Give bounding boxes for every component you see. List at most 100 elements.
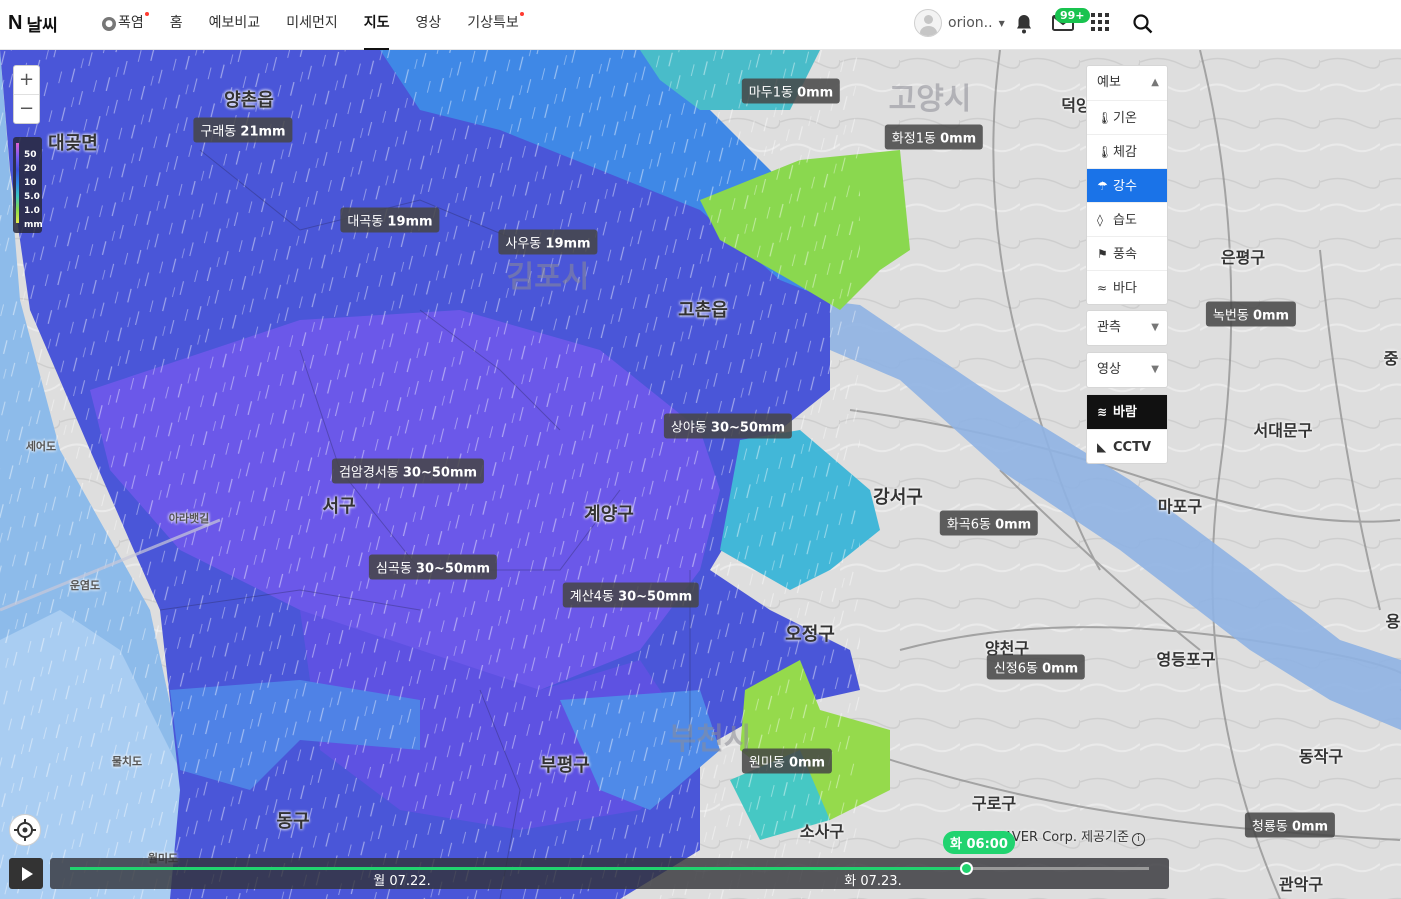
service-title: 날씨 xyxy=(26,16,58,36)
thermometer-icon: 🌡 xyxy=(1097,111,1113,125)
observation-panel: 관측 ▼ xyxy=(1086,310,1168,346)
map-label-eunpyeong: 은평구 xyxy=(1220,248,1266,267)
nav-map[interactable]: 지도 xyxy=(363,0,390,50)
bell-icon[interactable] xyxy=(1014,13,1034,35)
naver-weather-logo[interactable]: N 날씨 xyxy=(8,11,58,36)
forecast-panel-title: 예보 xyxy=(1097,75,1121,90)
zoom-in-button[interactable]: + xyxy=(14,66,39,95)
user-name: orion.. xyxy=(948,15,993,31)
nav-heatwave[interactable]: ● 폭염 xyxy=(102,0,149,50)
info-icon[interactable]: i xyxy=(1131,833,1145,846)
precip-label[interactable]: 화정1동 0mm xyxy=(884,124,984,150)
caret-down-icon: ▼ xyxy=(998,18,1005,28)
feels-like-icon: 🌡 xyxy=(1097,145,1113,159)
nav-heatwave-label: 폭염 xyxy=(118,15,144,31)
legend-tick: 1.0 xyxy=(24,206,40,216)
layer-label: 습도 xyxy=(1113,213,1137,228)
layer-temperature[interactable]: 🌡기온 xyxy=(1087,100,1167,134)
layer-humidity[interactable]: ◊ 습도 xyxy=(1087,202,1167,236)
precip-label[interactable]: 검암경서동 30~50mm xyxy=(331,458,485,484)
current-location-button[interactable] xyxy=(9,814,41,846)
timeline-track[interactable] xyxy=(70,862,1149,875)
layer-wind-speed[interactable]: ⚑ 풍속 xyxy=(1087,236,1167,270)
layer-label: 체감 xyxy=(1113,145,1137,160)
nav-forecast-compare[interactable]: 예보비교 xyxy=(209,0,261,50)
map-label-seodaemun: 서대문구 xyxy=(1253,421,1313,440)
legend-tick: 10 xyxy=(24,178,37,188)
precip-place: 대곡동 xyxy=(347,214,384,230)
timeline-bar[interactable]: 월 07.22. 화 07.23. xyxy=(50,858,1169,889)
zoom-out-button[interactable]: − xyxy=(14,95,39,124)
precip-place: 검암경서동 xyxy=(338,465,399,481)
precip-label[interactable]: 원미동 0mm xyxy=(741,748,833,774)
precip-label[interactable]: 상야동 30~50mm xyxy=(663,413,793,439)
precip-place: 화곡6동 xyxy=(946,517,991,533)
nav-weather-warning[interactable]: 기상특보 xyxy=(467,0,524,50)
precip-place: 심곡동 xyxy=(375,561,412,577)
precip-label[interactable]: 대곡동 19mm xyxy=(340,207,440,233)
nav-home-label: 홈 xyxy=(169,15,183,31)
nav-fine-dust[interactable]: 미세먼지 xyxy=(286,0,338,50)
forecast-panel-toggle[interactable]: 예보 ▲ xyxy=(1087,66,1167,100)
legend-color-bar xyxy=(16,143,19,223)
nav-weather-warning-label: 기상특보 xyxy=(467,15,519,31)
precip-place: 화정1동 xyxy=(891,131,936,147)
apps-grid-icon[interactable] xyxy=(1091,13,1109,31)
map-label-sosa: 소사구 xyxy=(799,822,845,841)
map-label-dong: 동구 xyxy=(276,811,310,832)
map-label-daegot: 대곶면 xyxy=(48,133,98,154)
precip-label[interactable]: 신정6동 0mm xyxy=(986,654,1086,680)
layer-cctv[interactable]: ◣ CCTV xyxy=(1087,429,1167,463)
nav-map-label: 지도 xyxy=(363,15,390,31)
layer-label: 풍속 xyxy=(1113,247,1137,262)
precip-label[interactable]: 계산4동 30~50mm xyxy=(562,582,700,608)
precip-label[interactable]: 화곡6동 0mm xyxy=(939,510,1039,536)
timeline-handle[interactable] xyxy=(959,862,973,875)
layer-feels-like[interactable]: 🌡체감 xyxy=(1087,134,1167,168)
precip-label[interactable]: 마두1동 0mm xyxy=(741,78,841,104)
layer-sea[interactable]: ≈ 바다 xyxy=(1087,270,1167,304)
layer-wind[interactable]: ≋ 바람 xyxy=(1087,395,1167,429)
precip-label[interactable]: 구래동 21mm xyxy=(193,117,293,143)
alert-dot xyxy=(144,12,149,16)
globe-icon: ● xyxy=(102,17,116,31)
chevron-up-icon: ▲ xyxy=(1151,77,1159,88)
nav-video[interactable]: 영상 xyxy=(415,0,441,50)
observation-toggle[interactable]: 관측 ▼ xyxy=(1087,311,1167,345)
precip-value: 0mm xyxy=(788,755,826,771)
wind-flag-icon: ⚑ xyxy=(1097,247,1108,261)
wind-icon: ≋ xyxy=(1097,405,1108,419)
precipitation-legend: 50 20 10 5.0 1.0 mm xyxy=(13,137,43,233)
precip-value: 30~50mm xyxy=(618,589,693,605)
nav-home[interactable]: 홈 xyxy=(170,0,183,50)
layer-precipitation[interactable]: ☂ 강수 xyxy=(1087,168,1167,202)
map-label-ara: 아라뱃길 xyxy=(168,512,210,525)
layer-label: 바람 xyxy=(1113,405,1137,420)
nav-video-label: 영상 xyxy=(415,15,442,31)
precip-label[interactable]: 녹번동 0mm xyxy=(1205,301,1297,327)
precip-label[interactable]: 사우동 19mm xyxy=(498,229,598,255)
play-button[interactable] xyxy=(9,858,43,889)
precip-label[interactable]: 청룡동 0mm xyxy=(1244,812,1336,838)
precipitation-map[interactable]: 김포시 고양시 부천시 양촌읍 대곶면 고촌읍 덕양 은평구 서대문구 중 마포… xyxy=(0,50,1401,899)
precip-value: 30~50mm xyxy=(710,420,786,436)
video-toggle[interactable]: 영상 ▼ xyxy=(1087,353,1167,387)
legend-tick: 50 xyxy=(24,150,37,160)
search-icon[interactable] xyxy=(1132,13,1154,35)
precip-place: 마두1동 xyxy=(748,85,793,101)
user-menu[interactable]: orion.. ▼ xyxy=(914,9,1005,37)
legend-tick: 5.0 xyxy=(24,192,40,202)
extra-layer-panel: ≋ 바람 ◣ CCTV xyxy=(1086,394,1168,464)
alert-dot xyxy=(519,12,524,16)
precip-place: 신정6동 xyxy=(993,661,1038,677)
map-label-bupyeong: 부평구 xyxy=(540,755,590,776)
video-panel: 영상 ▼ xyxy=(1086,352,1168,388)
wave-icon: ≈ xyxy=(1097,281,1108,295)
map-label-unyeom: 운염도 xyxy=(69,579,101,592)
timeline-progress xyxy=(70,867,966,870)
umbrella-icon: ☂ xyxy=(1097,179,1108,193)
naver-logo-mark: N xyxy=(8,12,23,34)
map-label-yeongdeungpo: 영등포구 xyxy=(1156,650,1216,669)
nav-fine-dust-label: 미세먼지 xyxy=(286,15,338,31)
precip-label[interactable]: 심곡동 30~50mm xyxy=(368,554,498,580)
